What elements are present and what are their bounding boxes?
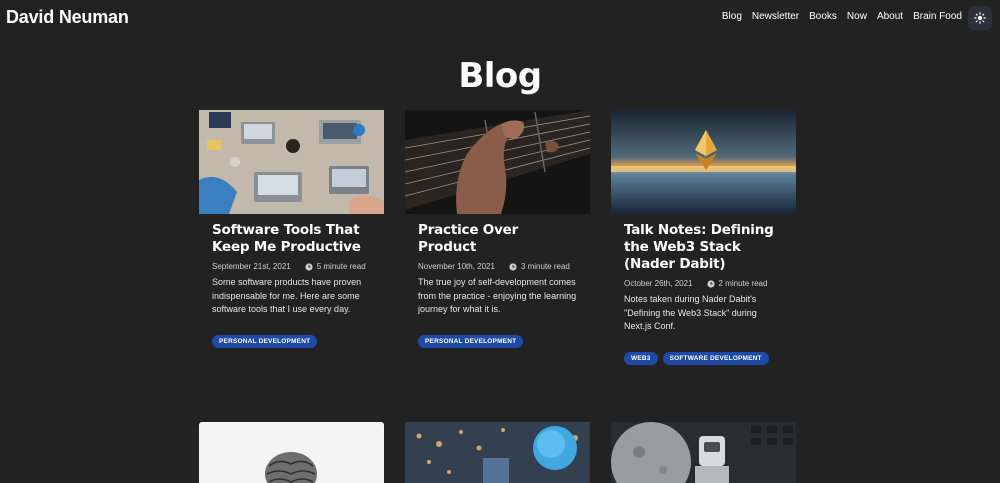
post-tags: WEB3 SOFTWARE DEVELOPMENT xyxy=(624,351,783,365)
post-title[interactable]: Software Tools That Keep Me Productive xyxy=(212,222,371,256)
nav-now[interactable]: Now xyxy=(847,11,867,22)
post-date: November 10th, 2021 xyxy=(418,262,495,271)
clock-icon xyxy=(706,279,715,288)
post-tags: PERSONAL DEVELOPMENT xyxy=(418,334,577,348)
post-card[interactable]: Talk Notes: Defining the Web3 Stack (Nad… xyxy=(611,110,796,365)
theme-toggle-button[interactable] xyxy=(968,6,992,30)
post-meta: September 21st, 2021 5 minute read xyxy=(212,262,371,271)
post-date: September 21st, 2021 xyxy=(212,262,291,271)
post-card[interactable]: Software Tools That Keep Me Productive S… xyxy=(199,110,384,348)
post-date: October 26th, 2021 xyxy=(624,279,693,288)
post-tags: PERSONAL DEVELOPMENT xyxy=(212,334,371,348)
tag-badge[interactable]: SOFTWARE DEVELOPMENT xyxy=(662,351,769,365)
tag-badge[interactable]: PERSONAL DEVELOPMENT xyxy=(418,334,524,348)
post-title[interactable]: Talk Notes: Defining the Web3 Stack (Nad… xyxy=(624,222,783,273)
site-header: David Neuman Blog Newsletter Books Now A… xyxy=(0,0,1000,36)
robot-moon-image[interactable] xyxy=(611,422,796,483)
post-excerpt: Some software products have proven indis… xyxy=(212,277,362,314)
nav-newsletter[interactable]: Newsletter xyxy=(752,11,799,22)
post-card[interactable]: Practice Over Product November 10th, 202… xyxy=(405,110,590,348)
page-title: Blog xyxy=(458,56,542,96)
tag-badge[interactable]: PERSONAL DEVELOPMENT xyxy=(212,334,318,348)
main-nav: Blog Newsletter Books Now About Brain Fo… xyxy=(722,11,962,22)
desk-with-laptops-image[interactable] xyxy=(199,110,384,214)
nav-about[interactable]: About xyxy=(877,11,903,22)
post-meta: November 10th, 2021 3 minute read xyxy=(418,262,577,271)
clock-icon xyxy=(305,262,313,271)
nav-brain-food[interactable]: Brain Food xyxy=(913,11,962,22)
glowing-orb-bokeh-image[interactable] xyxy=(405,422,590,483)
brain-sculpture-image[interactable] xyxy=(199,422,384,483)
post-title[interactable]: Practice Over Product xyxy=(418,222,577,256)
ethereum-horizon-image[interactable] xyxy=(611,110,796,214)
nav-books[interactable]: Books xyxy=(809,11,837,22)
nav-blog[interactable]: Blog xyxy=(722,11,742,22)
site-brand[interactable]: David Neuman xyxy=(6,7,129,28)
post-meta: October 26th, 2021 2 minute read xyxy=(624,279,783,288)
tag-badge[interactable]: WEB3 xyxy=(624,351,658,365)
post-read-time: 5 minute read xyxy=(316,262,366,271)
post-read-time: 2 minute read xyxy=(718,279,768,288)
guitar-fretboard-image[interactable] xyxy=(405,110,590,214)
post-read-time: 3 minute read xyxy=(520,262,570,271)
post-excerpt: The true joy of self-development comes f… xyxy=(418,277,577,314)
sun-icon xyxy=(974,12,986,24)
post-excerpt: Notes taken during Nader Dabit's "Defini… xyxy=(624,294,757,331)
clock-icon xyxy=(509,262,517,271)
